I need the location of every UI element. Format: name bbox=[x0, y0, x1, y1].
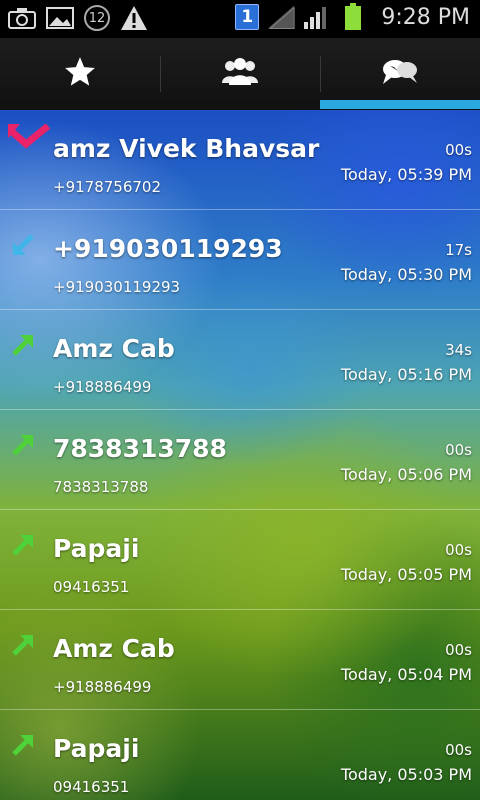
contact-number: 09416351 bbox=[53, 778, 130, 796]
contact-name: Amz Cab bbox=[53, 634, 175, 663]
outgoing-call-icon bbox=[10, 732, 36, 758]
contact-name: 7838313788 bbox=[53, 434, 227, 463]
outgoing-call-icon bbox=[10, 332, 36, 358]
contact-number: +919030119293 bbox=[53, 278, 181, 296]
contact-name: amz Vivek Bhavsar bbox=[53, 134, 320, 163]
outgoing-call-icon bbox=[10, 432, 36, 458]
clock: 9:28 PM bbox=[381, 4, 470, 30]
call-duration: 00s bbox=[445, 741, 472, 759]
tab-contacts[interactable] bbox=[160, 38, 320, 110]
list-item[interactable]: Papaji 09416351 00s Today, 05:03 PM bbox=[0, 710, 480, 800]
status-bar: 12 1 9:28 PM bbox=[0, 0, 480, 38]
list-item[interactable]: Amz Cab +918886499 00s Today, 05:04 PM bbox=[0, 610, 480, 710]
call-duration: 00s bbox=[445, 641, 472, 659]
group-icon bbox=[220, 57, 260, 91]
missed-call-icon bbox=[7, 123, 52, 154]
call-time: Today, 05:16 PM bbox=[340, 365, 472, 384]
contact-name: Amz Cab bbox=[53, 334, 175, 363]
list-item[interactable]: +919030119293 +919030119293 17s Today, 0… bbox=[0, 210, 480, 310]
call-log-list[interactable]: amz Vivek Bhavsar +9178756702 00s Today,… bbox=[0, 110, 480, 800]
selected-tab-indicator bbox=[320, 100, 480, 109]
tab-favorites[interactable] bbox=[0, 38, 160, 110]
call-duration: 00s bbox=[445, 441, 472, 459]
call-time: Today, 05:05 PM bbox=[340, 565, 472, 584]
contact-name: Papaji bbox=[53, 734, 140, 763]
call-duration: 34s bbox=[445, 341, 472, 359]
camera-icon bbox=[8, 5, 36, 31]
list-item[interactable]: Papaji 09416351 00s Today, 05:05 PM bbox=[0, 510, 480, 610]
contact-number: +918886499 bbox=[53, 678, 152, 696]
signal-icon bbox=[303, 4, 331, 30]
call-duration: 00s bbox=[445, 141, 472, 159]
sim-indicator: 1 bbox=[235, 4, 260, 30]
call-time: Today, 05:30 PM bbox=[340, 265, 472, 284]
call-time: Today, 05:39 PM bbox=[340, 165, 472, 184]
call-time: Today, 05:04 PM bbox=[340, 665, 472, 684]
battery-icon bbox=[339, 3, 367, 30]
star-icon bbox=[63, 55, 97, 93]
chat-bubbles-icon bbox=[380, 57, 420, 91]
call-duration: 00s bbox=[445, 541, 472, 559]
list-item[interactable]: 7838313788 7838313788 00s Today, 05:06 P… bbox=[0, 410, 480, 510]
list-item[interactable]: amz Vivek Bhavsar +9178756702 00s Today,… bbox=[0, 110, 480, 210]
call-duration: 17s bbox=[445, 241, 472, 259]
gallery-icon bbox=[46, 5, 74, 31]
contact-number: 09416351 bbox=[53, 578, 130, 596]
contact-number: +918886499 bbox=[53, 378, 152, 396]
notification-count-badge: 12 bbox=[84, 5, 110, 31]
list-item[interactable]: Amz Cab +918886499 34s Today, 05:16 PM bbox=[0, 310, 480, 410]
contact-number: 7838313788 bbox=[53, 478, 149, 496]
contact-number: +9178756702 bbox=[53, 178, 162, 196]
call-time: Today, 05:06 PM bbox=[340, 465, 472, 484]
signal-empty-icon bbox=[267, 4, 295, 30]
contact-name: Papaji bbox=[53, 534, 140, 563]
contact-name: +919030119293 bbox=[53, 234, 283, 263]
outgoing-call-icon bbox=[10, 532, 36, 558]
call-time: Today, 05:03 PM bbox=[340, 765, 472, 784]
warning-icon bbox=[120, 5, 148, 31]
outgoing-call-icon bbox=[10, 632, 36, 658]
incoming-call-icon bbox=[10, 232, 36, 258]
